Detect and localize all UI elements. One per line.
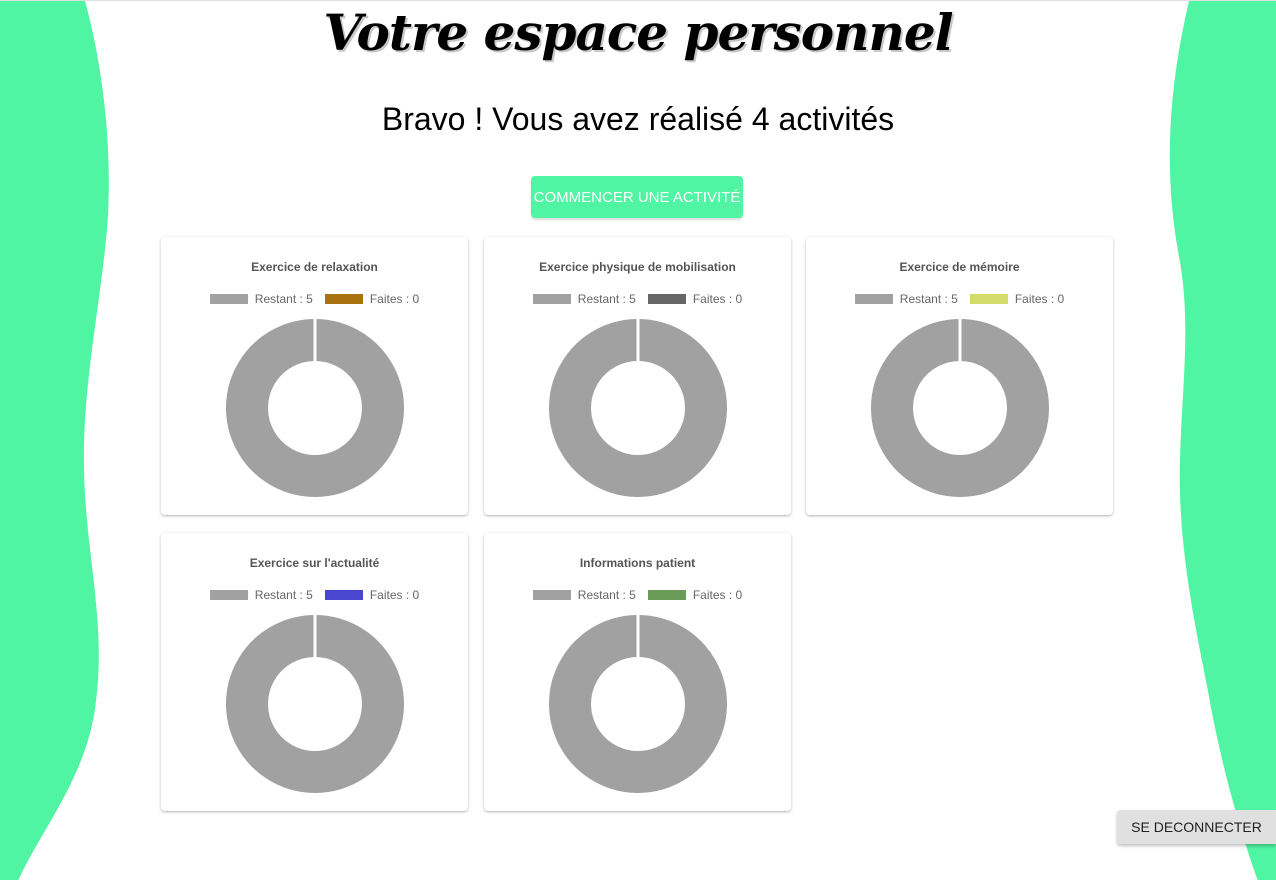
legend-item-remaining[interactable]: Restant : 5 xyxy=(854,292,958,306)
legend-label-done: Faites : 0 xyxy=(1014,292,1065,306)
legend-swatch-remaining xyxy=(209,294,248,304)
legend-swatch-done xyxy=(324,590,363,600)
chart-legend: Restant : 5 Faites : 0 xyxy=(161,292,468,306)
legend-label-remaining: Restant : 5 xyxy=(254,588,313,602)
chart-title: Exercice sur l'actualité xyxy=(249,556,380,570)
donut-chart xyxy=(547,317,729,499)
legend-item-remaining[interactable]: Restant : 5 xyxy=(209,292,313,306)
legend-swatch-done xyxy=(324,294,363,304)
chart-legend: Restant : 5 Faites : 0 xyxy=(484,292,791,306)
chart-card-memoire: Exercice de mémoire Restant : 5 Faites :… xyxy=(806,237,1113,515)
legend-swatch-done xyxy=(647,590,686,600)
donut-chart xyxy=(224,613,406,795)
chart-card-mobilisation: Exercice physique de mobilisation Restan… xyxy=(484,237,791,515)
chart-title: Exercice de relaxation xyxy=(251,260,378,274)
legend-label-done: Faites : 0 xyxy=(692,292,743,306)
page-title: Votre espace personnel xyxy=(323,3,953,62)
legend-label-remaining: Restant : 5 xyxy=(899,292,958,306)
legend-label-remaining: Restant : 5 xyxy=(577,588,636,602)
chart-title: Exercice physique de mobilisation xyxy=(539,260,736,274)
page: Votre espace personnel Bravo ! Vous avez… xyxy=(0,0,1276,880)
legend-label-done: Faites : 0 xyxy=(369,588,420,602)
legend-label-done: Faites : 0 xyxy=(369,292,420,306)
legend-item-done[interactable]: Faites : 0 xyxy=(647,588,743,602)
legend-swatch-done xyxy=(647,294,686,304)
chart-title: Informations patient xyxy=(579,556,696,570)
legend-item-done[interactable]: Faites : 0 xyxy=(324,292,420,306)
legend-item-done[interactable]: Faites : 0 xyxy=(324,588,420,602)
chart-legend: Restant : 5 Faites : 0 xyxy=(806,292,1113,306)
legend-swatch-remaining xyxy=(209,590,248,600)
donut-chart xyxy=(547,613,729,795)
legend-swatch-remaining xyxy=(854,294,893,304)
legend-item-remaining[interactable]: Restant : 5 xyxy=(532,588,636,602)
chart-legend: Restant : 5 Faites : 0 xyxy=(161,588,468,602)
chart-card-informations-patient: Informations patient Restant : 5 Faites … xyxy=(484,533,791,811)
chart-card-actualite: Exercice sur l'actualité Restant : 5 Fai… xyxy=(161,533,468,811)
donut-chart xyxy=(224,317,406,499)
chart-title: Exercice de mémoire xyxy=(899,260,1020,274)
legend-label-done: Faites : 0 xyxy=(692,588,743,602)
start-activity-button[interactable]: COMMENCER UNE ACTIVITÉ xyxy=(531,176,743,218)
legend-label-remaining: Restant : 5 xyxy=(254,292,313,306)
chart-card-relaxation: Exercice de relaxation Restant : 5 Faite… xyxy=(161,237,468,515)
legend-item-done[interactable]: Faites : 0 xyxy=(647,292,743,306)
achievement-message: Bravo ! Vous avez réalisé 4 activités xyxy=(381,101,895,137)
legend-item-done[interactable]: Faites : 0 xyxy=(969,292,1065,306)
chart-legend: Restant : 5 Faites : 0 xyxy=(484,588,791,602)
legend-label-remaining: Restant : 5 xyxy=(577,292,636,306)
legend-swatch-done xyxy=(969,294,1008,304)
legend-item-remaining[interactable]: Restant : 5 xyxy=(209,588,313,602)
logout-button[interactable]: SE DECONNECTER xyxy=(1117,810,1276,844)
donut-chart xyxy=(869,317,1051,499)
legend-item-remaining[interactable]: Restant : 5 xyxy=(532,292,636,306)
legend-swatch-remaining xyxy=(532,590,571,600)
legend-swatch-remaining xyxy=(532,294,571,304)
